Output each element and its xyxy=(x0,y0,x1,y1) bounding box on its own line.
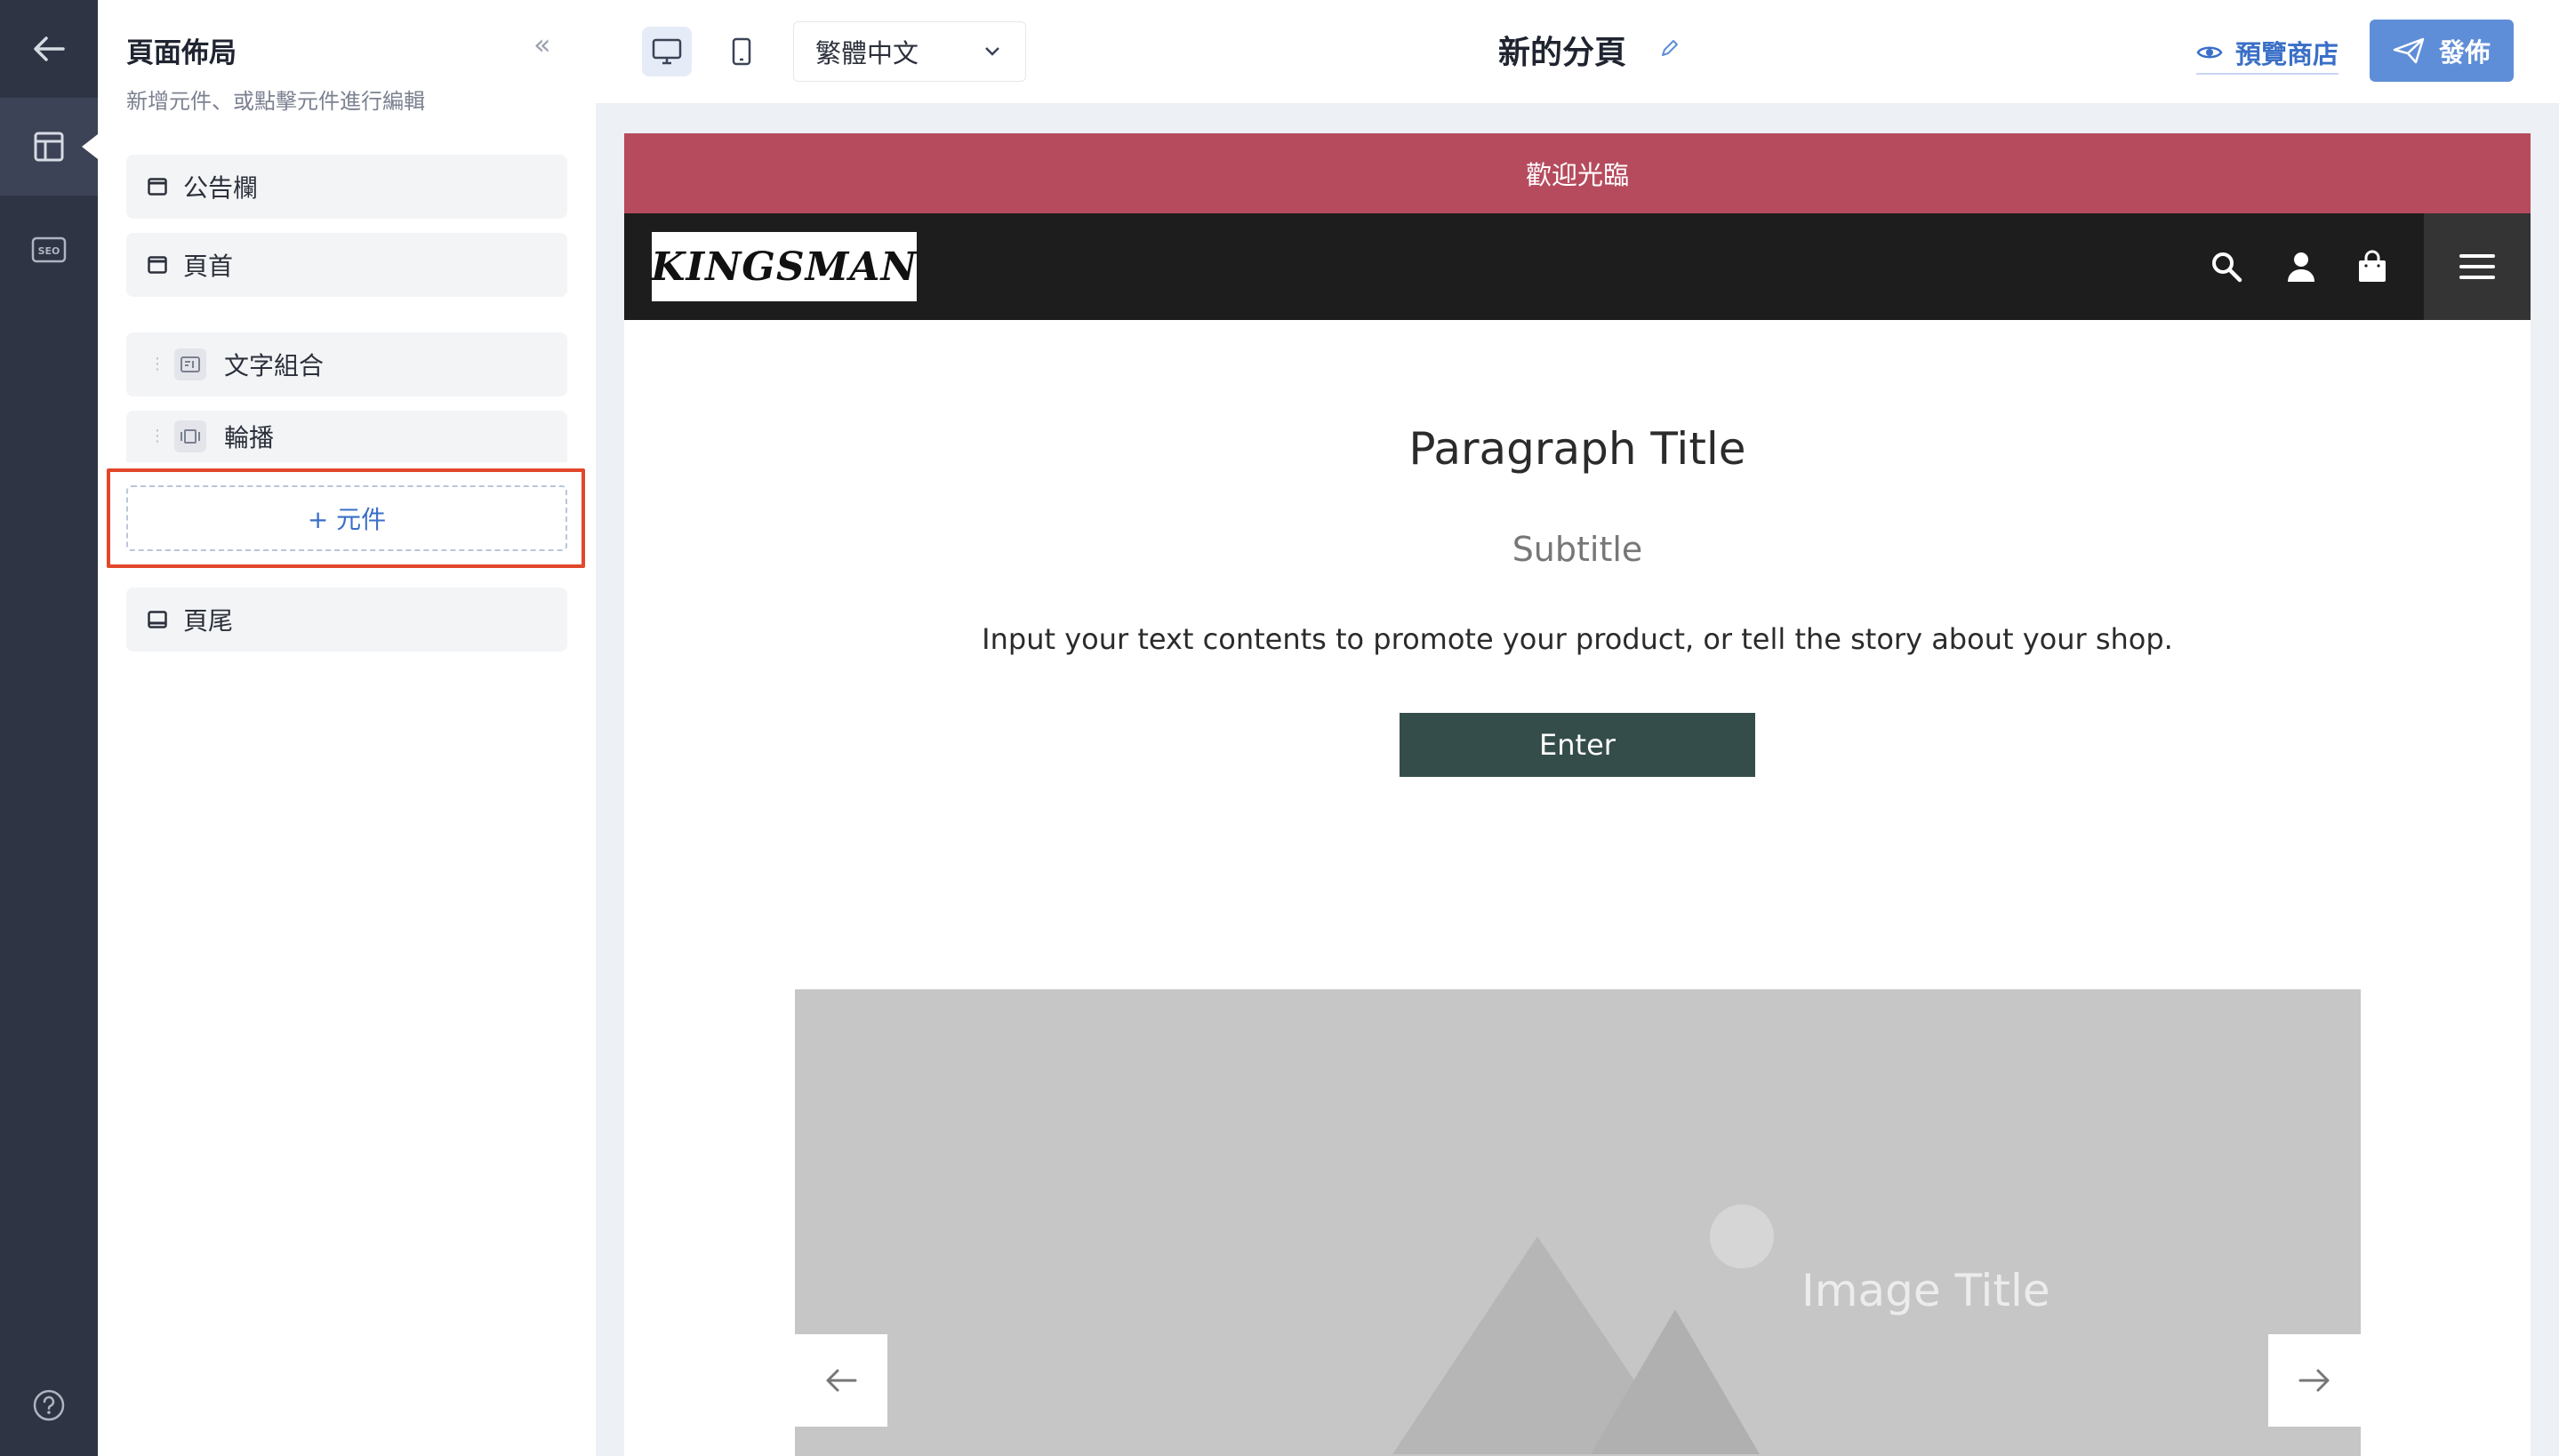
menu-icon xyxy=(2459,254,2495,279)
paper-plane-icon xyxy=(2393,37,2425,64)
component-carousel[interactable]: ⋮⋮ 輪播 xyxy=(126,411,567,462)
section-header[interactable]: 頁首 xyxy=(126,233,567,297)
drag-handle-icon[interactable]: ⋮⋮ xyxy=(149,428,183,444)
publish-label: 發佈 xyxy=(2438,37,2491,68)
help-button[interactable] xyxy=(0,1356,98,1454)
store-logo[interactable]: KINGSMAN xyxy=(651,232,917,301)
seo-icon: SEO xyxy=(31,236,67,263)
user-icon[interactable] xyxy=(2283,249,2319,284)
search-icon[interactable] xyxy=(2209,249,2244,284)
drag-handle-icon[interactable]: ⋮⋮ xyxy=(149,356,183,372)
pencil-icon xyxy=(1662,40,1678,56)
preview-store-link[interactable]: 預覽商店 xyxy=(2196,32,2339,75)
arrow-right-icon xyxy=(2298,1369,2330,1392)
shopping-bag-icon[interactable] xyxy=(2354,249,2390,284)
section-label: 頁尾 xyxy=(183,606,234,636)
section-announcement-bar[interactable]: 公告欄 xyxy=(126,155,567,219)
mobile-view-button[interactable] xyxy=(717,27,766,76)
rename-button[interactable] xyxy=(1659,37,1681,62)
paragraph-subtitle: Subtitle xyxy=(1512,530,1643,569)
carousel-next-button[interactable] xyxy=(2268,1334,2361,1427)
text-block-icon xyxy=(174,348,206,380)
arrow-left-icon xyxy=(34,36,65,61)
section-label: 公告欄 xyxy=(183,173,259,203)
seo-label: SEO xyxy=(38,245,60,257)
component-text-block[interactable]: ⋮⋮ 文字組合 xyxy=(126,332,567,396)
component-label: 輪播 xyxy=(224,423,275,452)
mobile-icon xyxy=(732,37,751,66)
language-select[interactable]: 繁體中文 xyxy=(793,21,1026,82)
help-circle-icon xyxy=(33,1389,65,1421)
eye-icon xyxy=(2196,46,2223,59)
desktop-icon xyxy=(652,38,682,65)
page-title: 新的分頁 xyxy=(1498,35,1627,71)
panel-title: 頁面佈局 xyxy=(126,37,237,69)
carousel-image-title: Image Title xyxy=(1801,1265,2050,1316)
panel-subtitle: 新增元件、或點擊元件進行編輯 xyxy=(126,89,425,114)
footer-icon xyxy=(148,611,167,628)
window-icon xyxy=(148,256,167,274)
preview-store-label: 預覽商店 xyxy=(2235,39,2339,69)
layout-icon xyxy=(34,132,64,162)
active-tab-pointer xyxy=(82,134,98,159)
double-chevron-left-icon[interactable]: « xyxy=(533,30,551,59)
add-component-highlight xyxy=(107,468,585,568)
section-footer[interactable]: 頁尾 xyxy=(126,588,567,652)
image-placeholder-icon xyxy=(1392,1204,1774,1454)
carousel-prev-button[interactable] xyxy=(795,1334,887,1427)
paragraph-title: Paragraph Title xyxy=(1408,423,1746,475)
component-label: 文字組合 xyxy=(224,351,325,380)
layout-panel: 頁面佈局 新增元件、或點擊元件進行編輯 « 公告欄 頁首 ⋮⋮ 文字組合 ⋮⋮ … xyxy=(98,0,596,1456)
language-value: 繁體中文 xyxy=(815,38,919,68)
announcement-bar[interactable]: 歡迎光臨 xyxy=(624,133,2531,213)
section-label: 頁首 xyxy=(183,252,234,281)
back-button[interactable] xyxy=(0,0,98,98)
store-preview: 歡迎光臨 KINGSMAN Paragraph Title Subtitle I… xyxy=(624,133,2531,1456)
carousel[interactable]: Image Title xyxy=(795,989,2361,1456)
paragraph-body: Input your text contents to promote your… xyxy=(982,622,2173,656)
store-header[interactable]: KINGSMAN xyxy=(624,213,2531,320)
menu-button[interactable] xyxy=(2424,213,2531,320)
enter-button[interactable]: Enter xyxy=(1400,713,1755,777)
window-icon xyxy=(148,178,167,196)
editor-toolbar: 繁體中文 新的分頁 預覽商店 發佈 xyxy=(596,0,2559,104)
carousel-icon xyxy=(174,420,206,452)
desktop-view-button[interactable] xyxy=(642,27,692,76)
seo-tab[interactable]: SEO xyxy=(0,201,98,299)
left-rail: SEO xyxy=(0,0,98,1456)
arrow-left-icon xyxy=(826,1369,857,1392)
publish-button[interactable]: 發佈 xyxy=(2370,20,2514,82)
chevron-down-icon xyxy=(985,47,999,56)
